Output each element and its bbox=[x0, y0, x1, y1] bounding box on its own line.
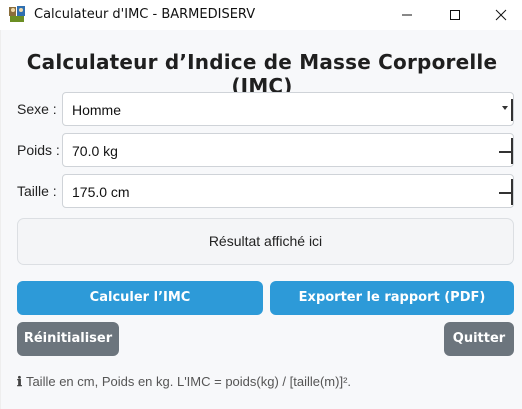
chevron-down-icon bbox=[502, 106, 508, 110]
export-pdf-button[interactable]: Exporter le rapport (PDF) bbox=[270, 281, 514, 315]
poids-spinbox[interactable]: 70.0 kg bbox=[62, 133, 514, 167]
poids-stepper[interactable] bbox=[499, 138, 513, 164]
sexe-value: Homme bbox=[72, 102, 122, 118]
sexe-select[interactable]: Homme bbox=[62, 92, 514, 126]
sexe-label: Sexe : bbox=[17, 101, 57, 117]
poids-value: 70.0 kg bbox=[72, 143, 118, 159]
maximize-icon bbox=[450, 10, 460, 20]
reset-button[interactable]: Réinitialiser bbox=[17, 322, 119, 356]
minimize-button[interactable] bbox=[384, 0, 430, 30]
poids-label: Poids : bbox=[17, 142, 60, 158]
maximize-button[interactable] bbox=[432, 0, 478, 30]
dropdown-edge bbox=[511, 99, 513, 121]
help-text-content: Taille en cm, Poids en kg. L'IMC = poids… bbox=[25, 374, 352, 389]
taille-label: Taille : bbox=[17, 183, 57, 199]
taille-spinbox[interactable]: 175.0 cm bbox=[62, 174, 514, 208]
help-text: ℹ Taille en cm, Poids en kg. L'IMC = poid… bbox=[17, 374, 351, 390]
quit-button[interactable]: Quitter bbox=[444, 322, 514, 356]
stepper-divider bbox=[499, 151, 513, 153]
stepper-divider bbox=[499, 192, 513, 194]
info-icon: ℹ bbox=[17, 375, 22, 390]
page-title: Calculateur d’Indice de Masse Corporelle… bbox=[26, 50, 498, 98]
app-icon bbox=[9, 6, 25, 22]
close-button[interactable] bbox=[478, 0, 522, 30]
taille-stepper[interactable] bbox=[499, 179, 513, 205]
main-panel: Calculateur d’Indice de Masse Corporelle… bbox=[0, 30, 522, 409]
close-icon bbox=[495, 9, 507, 21]
taille-value: 175.0 cm bbox=[72, 184, 130, 200]
calculate-button[interactable]: Calculer l’IMC bbox=[17, 281, 263, 315]
title-bar: Calculateur d'IMC - BARMEDISERV bbox=[0, 0, 522, 30]
window-title: Calculateur d'IMC - BARMEDISERV bbox=[34, 7, 256, 22]
result-display: Résultat affiché ici bbox=[17, 218, 514, 265]
minimize-icon bbox=[402, 14, 412, 16]
